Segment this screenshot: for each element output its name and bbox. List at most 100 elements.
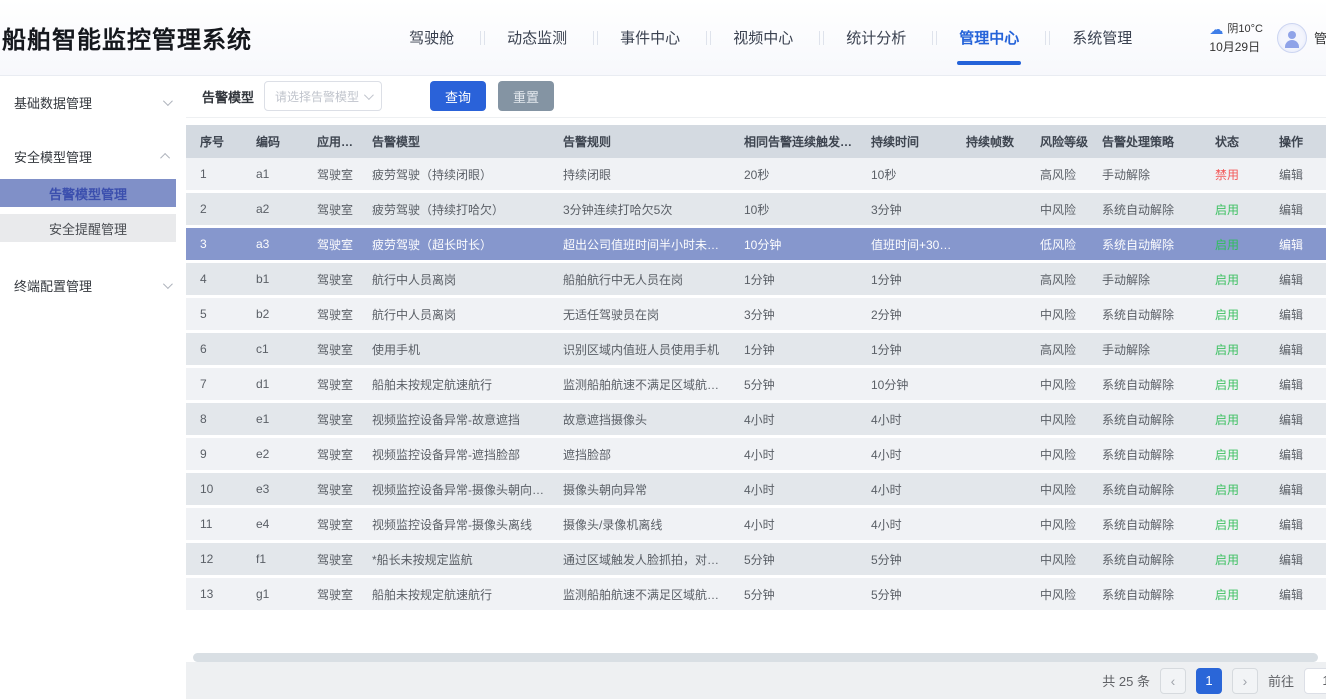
edit-link[interactable]: 编辑	[1265, 271, 1326, 288]
cell-model: 船舶未按规定航速航行	[358, 376, 549, 393]
cell-seq: 6	[186, 342, 242, 356]
column-header-frames: 持续帧数	[952, 133, 1026, 150]
cell-model: 疲劳驾驶（持续闭眼）	[358, 166, 549, 183]
nav-item-management-center[interactable]: 管理中心	[935, 27, 1043, 48]
edit-link[interactable]: 编辑	[1265, 166, 1326, 183]
edit-link[interactable]: 编辑	[1265, 236, 1326, 253]
cell-code: e4	[242, 517, 303, 531]
cell-model: 视频监控设备异常-故意遮挡	[358, 411, 549, 428]
nav-divider	[932, 31, 933, 45]
goto-page-input[interactable]	[1304, 668, 1326, 694]
edit-link[interactable]: 编辑	[1265, 411, 1326, 428]
cloud-icon: ☁	[1209, 20, 1223, 39]
cell-duration: 10分钟	[857, 376, 952, 393]
sidebar-group-terminal-config[interactable]: 终端配置管理	[0, 264, 186, 306]
select-placeholder: 请选择告警模型	[275, 88, 359, 105]
status-badge: 启用	[1201, 271, 1265, 288]
edit-link[interactable]: 编辑	[1265, 201, 1326, 218]
nav-item-system-management[interactable]: 系统管理	[1048, 27, 1156, 48]
chevron-left-icon: ‹	[1171, 673, 1176, 689]
cell-risk: 中风险	[1026, 481, 1088, 498]
cell-risk: 中风险	[1026, 446, 1088, 463]
horizontal-scrollbar[interactable]	[193, 653, 1318, 662]
filter-bar: 告警模型 请选择告警模型 查询 重置	[186, 75, 1326, 118]
cell-code: b1	[242, 272, 303, 286]
cell-strategy: 手动解除	[1088, 271, 1201, 288]
cell-risk: 中风险	[1026, 516, 1088, 533]
edit-link[interactable]: 编辑	[1265, 551, 1326, 568]
cell-strategy: 手动解除	[1088, 341, 1201, 358]
edit-link[interactable]: 编辑	[1265, 376, 1326, 393]
cell-interval: 4小时	[730, 516, 857, 533]
cell-strategy: 系统自动解除	[1088, 446, 1201, 463]
edit-link[interactable]: 编辑	[1265, 516, 1326, 533]
edit-link[interactable]: 编辑	[1265, 341, 1326, 358]
pagination-bar: 共 25 条 ‹ 1 › 前往	[186, 662, 1326, 699]
cell-interval: 5分钟	[730, 551, 857, 568]
column-header-duration: 持续时间	[857, 133, 952, 150]
nav-item-dynamic-monitor[interactable]: 动态监测	[483, 27, 591, 48]
cell-interval: 5分钟	[730, 376, 857, 393]
table-row[interactable]: 8 e1 驾驶室 视频监控设备异常-故意遮挡 故意遮挡摄像头 4小时 4小时 中…	[186, 403, 1326, 438]
cell-code: a2	[242, 202, 303, 216]
table-row[interactable]: 13 g1 驾驶室 船舶未按规定航速航行 监测船舶航速不满足区域航速限制规定 5…	[186, 578, 1326, 613]
weather-condition: 阴10°C	[1227, 22, 1263, 37]
column-header-code: 编码	[242, 133, 303, 150]
cell-scene: 驾驶室	[303, 166, 358, 183]
column-header-scene: 应用场景	[303, 133, 358, 150]
nav-item-event-center[interactable]: 事件中心	[596, 27, 704, 48]
table-row[interactable]: 4 b1 驾驶室 航行中人员离岗 船舶航行中无人员在岗 1分钟 1分钟 高风险 …	[186, 263, 1326, 298]
cell-code: e3	[242, 482, 303, 496]
edit-link[interactable]: 编辑	[1265, 586, 1326, 603]
cell-seq: 4	[186, 272, 242, 286]
table-row[interactable]: 1 a1 驾驶室 疲劳驾驶（持续闭眼） 持续闭眼 20秒 10秒 高风险 手动解…	[186, 158, 1326, 193]
cell-interval: 1分钟	[730, 341, 857, 358]
cell-strategy: 系统自动解除	[1088, 306, 1201, 323]
nav-item-statistics[interactable]: 统计分析	[822, 27, 930, 48]
cell-model: 使用手机	[358, 341, 549, 358]
top-header: 船舶智能监控管理系统 驾驶舱 动态监测 事件中心 视频中心 统计分析 管理中心 …	[0, 0, 1326, 75]
cell-interval: 1分钟	[730, 271, 857, 288]
cell-risk: 中风险	[1026, 411, 1088, 428]
cell-rule: 摄像头朝向异常	[549, 481, 730, 498]
table-row[interactable]: 3 a3 驾驶室 疲劳驾驶（超长时长） 超出公司值班时间半小时未按规定交接 10…	[186, 228, 1326, 263]
table-row[interactable]: 9 e2 驾驶室 视频监控设备异常-遮挡脸部 遮挡脸部 4小时 4小时 中风险 …	[186, 438, 1326, 473]
cell-risk: 高风险	[1026, 341, 1088, 358]
table-row[interactable]: 2 a2 驾驶室 疲劳驾驶（持续打哈欠） 3分钟连续打哈欠5次 10秒 3分钟 …	[186, 193, 1326, 228]
sidebar-item-safety-reminder[interactable]: 安全提醒管理	[0, 214, 176, 242]
table-row[interactable]: 10 e3 驾驶室 视频监控设备异常-摄像头朝向异常 摄像头朝向异常 4小时 4…	[186, 473, 1326, 508]
current-page-button[interactable]: 1	[1196, 668, 1222, 694]
cell-seq: 9	[186, 447, 242, 461]
nav-item-video-center[interactable]: 视频中心	[709, 27, 817, 48]
cell-scene: 驾驶室	[303, 341, 358, 358]
sidebar-group-basic-data[interactable]: 基础数据管理	[0, 81, 186, 123]
cell-scene: 驾驶室	[303, 376, 358, 393]
cell-interval: 20秒	[730, 166, 857, 183]
table-row[interactable]: 6 c1 驾驶室 使用手机 识别区域内值班人员使用手机 1分钟 1分钟 高风险 …	[186, 333, 1326, 368]
nav-item-cockpit[interactable]: 驾驶舱	[385, 27, 478, 48]
next-page-button[interactable]: ›	[1232, 668, 1258, 694]
edit-link[interactable]: 编辑	[1265, 481, 1326, 498]
sidebar-item-alarm-model[interactable]: 告警模型管理	[0, 179, 176, 207]
cell-duration: 1分钟	[857, 341, 952, 358]
alarm-model-select[interactable]: 请选择告警模型	[264, 81, 382, 111]
user-menu[interactable]: 管理	[1277, 23, 1326, 53]
sidebar-group-safety-model[interactable]: 安全模型管理	[0, 135, 186, 177]
cell-rule: 通过区域触发人脸抓拍，对船长身份...	[549, 551, 730, 568]
cell-rule: 遮挡脸部	[549, 446, 730, 463]
edit-link[interactable]: 编辑	[1265, 306, 1326, 323]
cell-interval: 3分钟	[730, 306, 857, 323]
edit-link[interactable]: 编辑	[1265, 446, 1326, 463]
table-row[interactable]: 11 e4 驾驶室 视频监控设备异常-摄像头离线 摄像头/录像机离线 4小时 4…	[186, 508, 1326, 543]
search-button[interactable]: 查询	[430, 81, 486, 111]
table-row[interactable]: 12 f1 驾驶室 *船长未按规定监航 通过区域触发人脸抓拍，对船长身份... …	[186, 543, 1326, 578]
cell-seq: 2	[186, 202, 242, 216]
cell-duration: 2分钟	[857, 306, 952, 323]
table-row[interactable]: 7 d1 驾驶室 船舶未按规定航速航行 监测船舶航速不满足区域航速限制规定 5分…	[186, 368, 1326, 403]
prev-page-button[interactable]: ‹	[1160, 668, 1186, 694]
cell-model: 航行中人员离岗	[358, 271, 549, 288]
table-row[interactable]: 5 b2 驾驶室 航行中人员离岗 无适任驾驶员在岗 3分钟 2分钟 中风险 系统…	[186, 298, 1326, 333]
cell-seq: 1	[186, 167, 242, 181]
reset-button[interactable]: 重置	[498, 81, 554, 111]
nav-divider	[1045, 31, 1046, 45]
